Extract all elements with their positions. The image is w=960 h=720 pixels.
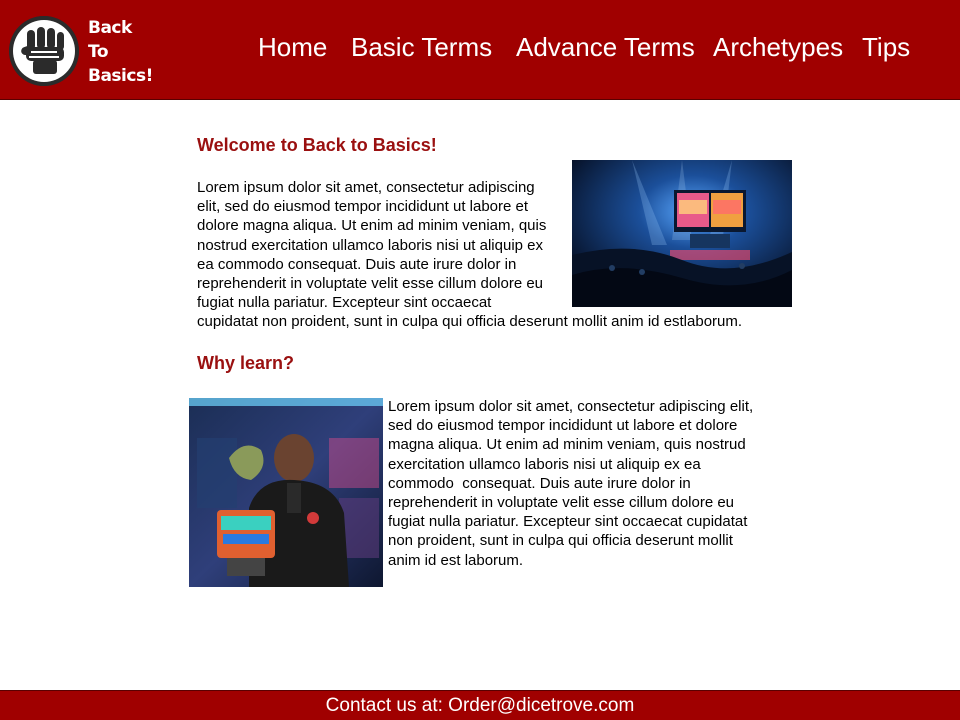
logo-text[interactable]: Back To Basics! — [88, 16, 168, 88]
logo-line: Back — [88, 18, 132, 38]
paragraph-line: fugiat nulla pariatur. Excepteur sint oc… — [388, 513, 748, 531]
nav-advance-terms[interactable]: Advance Terms — [516, 30, 695, 64]
nav-home[interactable]: Home — [258, 30, 327, 64]
player-trophy-photo — [189, 398, 383, 587]
logo-line: To — [88, 42, 109, 62]
nav-archetypes[interactable]: Archetypes — [713, 30, 843, 64]
section-title-why-learn: Why learn? — [197, 353, 295, 373]
why-learn-paragraph: Lorem ipsum dolor sit amet, consectetur … — [388, 397, 788, 570]
paragraph-line: non proident, sunt in culpa qui officia … — [388, 532, 733, 550]
contact-link[interactable]: Contact us at: Order@dicetrove.com — [326, 695, 635, 716]
welcome-paragraph: Lorem ipsum dolor sit amet, consectetur … — [197, 178, 792, 332]
paragraph-line: Lorem ipsum dolor sit amet, consectetur … — [388, 398, 754, 415]
paragraph-line: elit, sed do eiusmod tempor incididunt u… — [197, 198, 529, 216]
paragraph-line: magna aliqua. Ut enim ad minim veniam, q… — [388, 436, 746, 454]
paragraph-line: anim id est laborum. — [388, 551, 524, 569]
nav-tips[interactable]: Tips — [862, 30, 910, 64]
paragraph-line: reprehenderit in voluptate velit esse ci… — [388, 494, 735, 512]
paragraph-line: Lorem ipsum dolor sit amet, consectetur … — [197, 179, 535, 196]
site-header: Back To Basics! Home Basic Terms Advance… — [0, 0, 960, 100]
paragraph-line: commodo consequat. Duis aute irure dolor… — [388, 474, 691, 492]
paragraph-line: ea commodo consequat. Duis aute irure do… — [197, 255, 517, 273]
paragraph-line: fugiat nulla pariatur. Excepteur sint oc… — [197, 294, 492, 312]
nav-basic-terms[interactable]: Basic Terms — [351, 30, 492, 64]
section-title-welcome: Welcome to Back to Basics! — [197, 135, 437, 155]
paragraph-line: nostrud exercitation ullamco laboris nis… — [197, 236, 544, 254]
paragraph-line: sed do eiusmod tempor incididunt ut labo… — [388, 417, 738, 435]
paragraph-line: reprehenderit in voluptate velit esse ci… — [197, 275, 544, 293]
paragraph-line: cupidatat non proident, sunt in culpa qu… — [197, 313, 743, 331]
site-footer: Contact us at: Order@dicetrove.com — [0, 690, 960, 720]
logo-line: Basics! — [88, 66, 153, 86]
fist-icon[interactable] — [9, 16, 79, 86]
paragraph-line: exercitation ullamco laboris nisi ut ali… — [388, 455, 701, 473]
paragraph-line: dolore magna aliqua. Ut enim ad minim ve… — [197, 217, 547, 235]
